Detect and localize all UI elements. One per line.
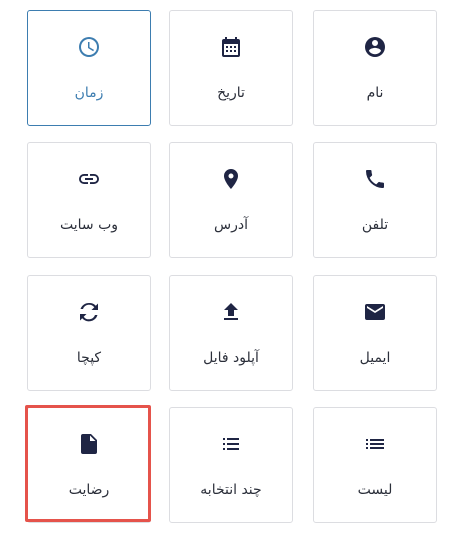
checklist-icon xyxy=(219,432,243,456)
field-name-card[interactable]: نام xyxy=(313,10,437,126)
field-website-label: وب سایت xyxy=(59,217,119,233)
field-consent-label: رضایت xyxy=(68,482,110,498)
field-multiple-choice-card[interactable]: چند انتخابه xyxy=(169,407,293,523)
clock-icon xyxy=(77,35,101,59)
field-time-label: زمان xyxy=(74,85,104,101)
field-list-card[interactable]: لیست xyxy=(313,407,437,523)
field-email-label: ایمیل xyxy=(359,350,391,366)
field-captcha-card[interactable]: کپچا xyxy=(27,275,151,391)
field-address-card[interactable]: آدرس xyxy=(169,142,293,258)
field-date-label: تاریخ xyxy=(217,85,245,101)
field-name-label: نام xyxy=(366,85,384,101)
field-email-card[interactable]: ایمیل xyxy=(313,275,437,391)
email-icon xyxy=(363,300,387,324)
field-address-label: آدرس xyxy=(214,217,248,233)
field-time-card[interactable]: زمان xyxy=(27,10,151,126)
field-phone-card[interactable]: تلفن xyxy=(313,142,437,258)
location-pin-icon xyxy=(219,167,243,191)
captcha-icon xyxy=(77,300,101,324)
field-consent-card[interactable]: رضایت xyxy=(27,407,151,523)
field-multiple-choice-label: چند انتخابه xyxy=(200,482,262,498)
field-file-upload-card[interactable]: آپلود فایل xyxy=(169,275,293,391)
field-date-card[interactable]: تاریخ xyxy=(169,10,293,126)
field-captcha-label: کپچا xyxy=(76,350,102,366)
document-icon xyxy=(77,432,101,456)
field-website-card[interactable]: وب سایت xyxy=(27,142,151,258)
link-icon xyxy=(77,167,101,191)
account-circle-icon xyxy=(363,35,387,59)
phone-icon xyxy=(363,167,387,191)
calendar-icon xyxy=(219,35,243,59)
field-phone-label: تلفن xyxy=(361,217,389,233)
field-file-upload-label: آپلود فایل xyxy=(203,350,259,366)
list-icon xyxy=(363,432,387,456)
field-list-label: لیست xyxy=(357,482,393,498)
form-field-palette: زمان تاریخ نام وب سایت آدرس تلفن کپچا آپ… xyxy=(0,0,464,549)
upload-icon xyxy=(219,300,243,324)
